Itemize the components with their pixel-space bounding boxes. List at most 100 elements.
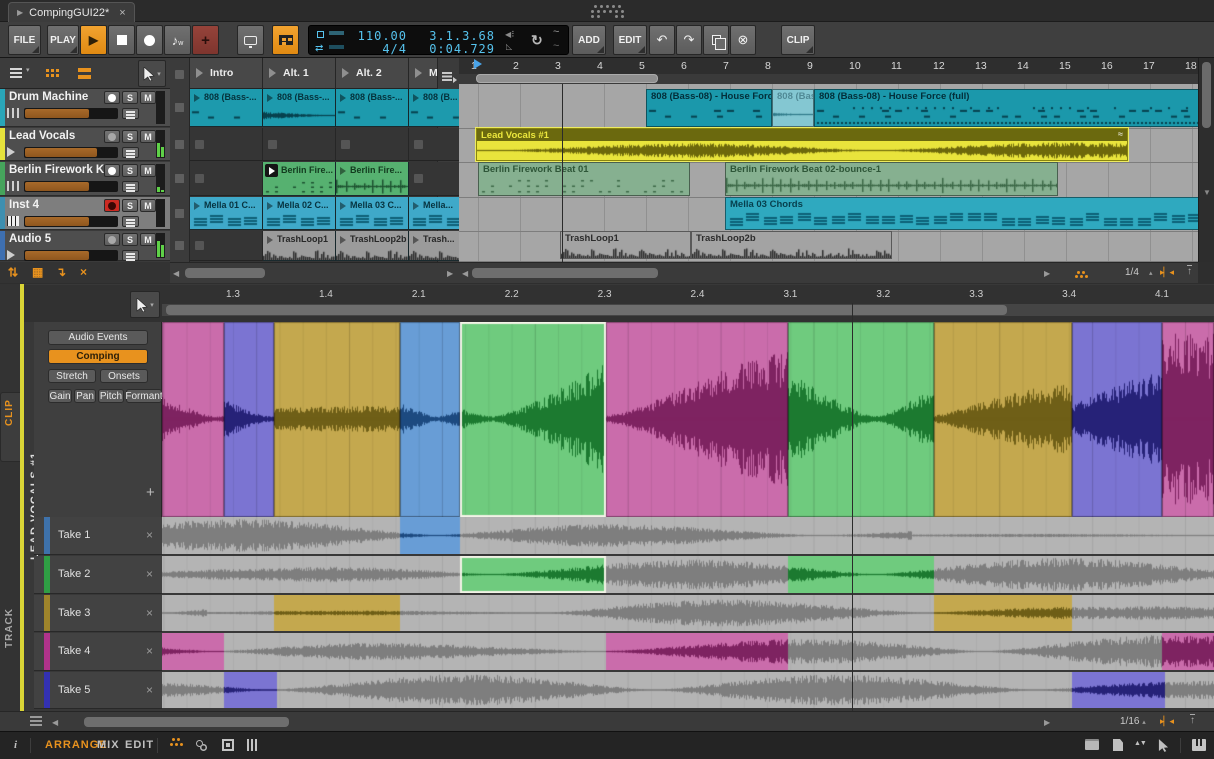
automation-curve-icon[interactable]: ~ bbox=[553, 26, 559, 38]
gain-button[interactable]: Gain bbox=[48, 389, 72, 403]
take-header[interactable]: Take 5× bbox=[34, 672, 162, 709]
mute-button[interactable]: M bbox=[140, 199, 156, 212]
take-lane-canvas[interactable] bbox=[162, 517, 1214, 554]
scroll-left-icon[interactable]: ◀ bbox=[173, 269, 179, 278]
scene-play-icon[interactable] bbox=[342, 68, 349, 78]
arm-button[interactable] bbox=[104, 164, 120, 177]
scene-play-icon[interactable] bbox=[196, 68, 203, 78]
vscroll-handle[interactable] bbox=[1202, 62, 1211, 128]
take-header[interactable]: Take 1× bbox=[34, 517, 162, 555]
track-row[interactable]: Drum MachineSM bbox=[0, 89, 170, 127]
launcher-clip[interactable]: Berlin Fire... bbox=[263, 162, 336, 196]
delete-button[interactable]: ⊗ bbox=[730, 25, 756, 55]
automation-curve2-icon[interactable]: ~ bbox=[553, 40, 559, 52]
empty-clip-slot[interactable] bbox=[409, 128, 459, 161]
track-row[interactable]: Inst 4SM bbox=[0, 197, 170, 230]
adaptive-grid-icon[interactable]: ↑ bbox=[1187, 265, 1192, 278]
focus-frame-icon[interactable] bbox=[222, 739, 234, 751]
loop-region-icon[interactable] bbox=[317, 31, 324, 38]
clip-menu-button[interactable]: CLIP bbox=[781, 25, 815, 55]
comp-region-canvas[interactable] bbox=[162, 322, 1214, 517]
bitwig-logo[interactable] bbox=[594, 5, 597, 8]
take-header[interactable]: Take 4× bbox=[34, 633, 162, 671]
track-menu-button[interactable] bbox=[122, 250, 139, 261]
file-icon[interactable] bbox=[1113, 739, 1123, 751]
layers-icon[interactable] bbox=[30, 716, 42, 718]
scene-header[interactable]: Alt. 1 bbox=[263, 58, 336, 89]
editor-hscroll-handle[interactable] bbox=[84, 717, 289, 727]
launcher-clip[interactable]: Berlin Fire... bbox=[336, 162, 409, 196]
tab-edit[interactable]: EDIT bbox=[125, 739, 154, 751]
editor-scroll-right-icon[interactable]: ▶ bbox=[1044, 718, 1050, 727]
track-row[interactable]: Berlin Firework KitSM bbox=[0, 162, 170, 196]
audio-events-button[interactable]: Audio Events bbox=[48, 330, 148, 345]
empty-clip-slot[interactable] bbox=[336, 128, 409, 161]
launcher-clip[interactable]: Mella 02 C... bbox=[263, 197, 336, 230]
pitch-button[interactable]: Pitch bbox=[98, 389, 124, 403]
stop-row-icon[interactable] bbox=[175, 209, 184, 218]
display-profile-button[interactable] bbox=[272, 25, 299, 55]
launcher-clip[interactable]: TrashLoop2b bbox=[336, 231, 409, 261]
comp-dots-icon[interactable] bbox=[170, 743, 173, 746]
onsets-button[interactable]: Onsets bbox=[100, 369, 148, 383]
follow-arrow-icon[interactable]: ↴ bbox=[56, 265, 66, 279]
stop-row-icon[interactable] bbox=[175, 140, 184, 149]
scroll-right-icon[interactable]: ▶ bbox=[447, 269, 453, 278]
arranger-clip[interactable]: Lead Vocals #1≈ bbox=[476, 128, 1128, 161]
delete-take-icon[interactable]: × bbox=[146, 606, 153, 620]
take-header[interactable]: Take 3× bbox=[34, 595, 162, 632]
solo-button[interactable]: S bbox=[122, 233, 138, 246]
launcher-clip[interactable]: TrashLoop1 bbox=[263, 231, 336, 261]
editor-scroll-left-icon[interactable]: ◀ bbox=[52, 718, 58, 727]
punch-in-icon[interactable]: ◀⠇ bbox=[505, 30, 517, 39]
stop-row-icon[interactable] bbox=[175, 103, 184, 112]
redo-button[interactable]: ↷ bbox=[676, 25, 702, 55]
shuffle-arrows-icon[interactable]: ⇄ bbox=[315, 43, 323, 54]
loop-icon[interactable]: ↻ bbox=[531, 32, 543, 49]
stretch-button[interactable]: Stretch bbox=[48, 369, 96, 383]
take-lane-canvas[interactable] bbox=[162, 633, 1214, 670]
arranger-zoom-handle[interactable] bbox=[476, 74, 658, 83]
punch-out-icon[interactable]: ◺ bbox=[506, 42, 512, 51]
launcher-clip[interactable]: Mella 01 C... bbox=[190, 197, 263, 230]
arranger-clip[interactable]: 808 (Bass-08) - House Force ( bbox=[646, 89, 772, 127]
adaptive-grid-icon[interactable]: ↑ bbox=[1190, 714, 1195, 727]
pan-button[interactable]: Pan bbox=[74, 389, 96, 403]
add-track-button[interactable]: ADD bbox=[572, 25, 606, 55]
time-signature-value[interactable]: 4/4 bbox=[349, 42, 407, 56]
stop-button[interactable] bbox=[108, 25, 135, 55]
solo-button[interactable]: S bbox=[122, 199, 138, 212]
launcher-clip[interactable]: 808 (Bass-... bbox=[263, 89, 336, 127]
deactivate-icon[interactable]: × bbox=[80, 265, 87, 279]
solo-button[interactable]: S bbox=[122, 91, 138, 104]
arm-button[interactable] bbox=[104, 233, 120, 246]
snap-icon[interactable]: ▸▏◂ bbox=[1160, 716, 1173, 727]
play-button[interactable]: ▶ bbox=[80, 25, 107, 55]
time-value[interactable]: 0:04.729 bbox=[427, 42, 495, 56]
link-icon[interactable] bbox=[196, 740, 203, 747]
stop-scene-icon[interactable] bbox=[175, 70, 184, 79]
arranger-pointer-tool-button[interactable]: ▾ bbox=[138, 60, 166, 87]
take-header[interactable]: Take 2× bbox=[34, 556, 162, 594]
take-lane-canvas[interactable] bbox=[162, 672, 1214, 708]
empty-clip-slot[interactable] bbox=[190, 231, 263, 261]
position-value[interactable]: 3.1.3.68 bbox=[427, 29, 495, 43]
arranger-clip[interactable]: 808 (Bas bbox=[772, 89, 814, 127]
launcher-clip[interactable]: 808 (Bass-... bbox=[190, 89, 263, 127]
arm-button[interactable] bbox=[104, 91, 120, 104]
stop-row-icon[interactable] bbox=[175, 241, 184, 250]
scene-header[interactable]: Alt. 2 bbox=[336, 58, 409, 89]
launcher-clip[interactable]: Trash... bbox=[409, 231, 459, 261]
scene-play-icon[interactable] bbox=[415, 68, 422, 78]
controller-button[interactable] bbox=[237, 25, 264, 55]
columns-icon[interactable] bbox=[247, 739, 249, 751]
empty-clip-slot[interactable] bbox=[263, 128, 336, 161]
empty-clip-slot[interactable] bbox=[190, 128, 263, 161]
duplicate-button[interactable] bbox=[703, 25, 729, 55]
mute-button[interactable]: M bbox=[140, 130, 156, 143]
tab-mix[interactable]: MIX bbox=[97, 739, 120, 751]
group-grid-icon[interactable]: ▦ bbox=[32, 265, 43, 279]
arm-button[interactable] bbox=[104, 130, 120, 143]
launcher-vertical-scrollbar[interactable]: ▼ bbox=[1198, 58, 1214, 262]
arranger-clip[interactable]: TrashLoop1 bbox=[560, 231, 691, 259]
